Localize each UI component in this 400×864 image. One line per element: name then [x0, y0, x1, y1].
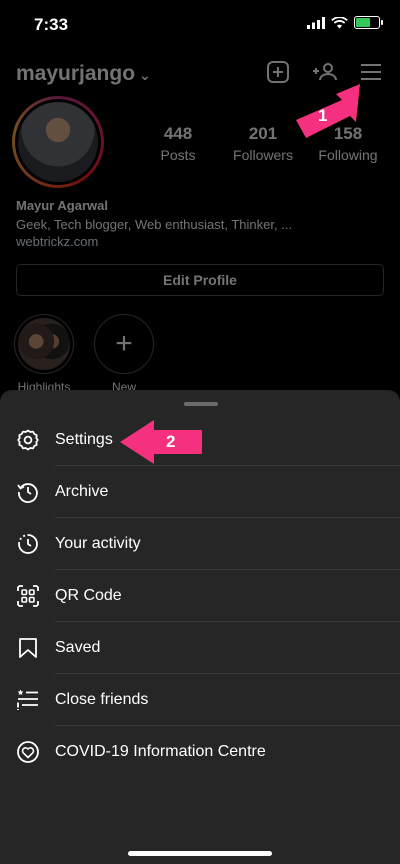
annotation-arrow-1: 1: [292, 82, 364, 142]
qr-code-icon: [17, 585, 39, 607]
highlight-item[interactable]: Highlights: [12, 314, 76, 394]
followers-count: 201: [248, 124, 278, 143]
gear-icon: [17, 429, 39, 451]
status-time: 7:33: [34, 15, 69, 34]
sheet-drag-handle[interactable]: [184, 402, 218, 406]
menu-item-saved[interactable]: Saved: [0, 622, 400, 674]
annotation-number-2: 2: [166, 432, 176, 451]
menu-list: Settings Archive Your activity QR Code S…: [0, 414, 400, 778]
close-friends-icon: [17, 689, 38, 710]
bookmark-icon: [19, 638, 37, 658]
menu-item-label: Close friends: [55, 691, 149, 708]
menu-item-your-activity[interactable]: Your activity: [0, 518, 400, 570]
highlight-cover: [18, 318, 70, 370]
menu-item-label: Saved: [55, 639, 101, 656]
posts-count: 448: [163, 124, 193, 143]
new-post-icon[interactable]: [266, 60, 290, 84]
chevron-down-icon: ⌄: [139, 67, 151, 83]
plus-icon: +: [115, 327, 133, 360]
activity-icon: [18, 534, 38, 554]
menu-item-label: Settings: [55, 431, 113, 448]
menu-item-label: Archive: [55, 483, 109, 500]
profile-avatar[interactable]: [12, 96, 104, 188]
wifi-icon: [331, 16, 348, 28]
menu-item-label: Your activity: [55, 535, 141, 552]
profile-bio: Geek, Tech blogger, Web enthusiast, Thin…: [16, 217, 293, 232]
profile-full-name: Mayur Agarwal: [16, 198, 108, 213]
menu-item-label: QR Code: [55, 587, 122, 604]
annotation-number-1: 1: [318, 106, 328, 125]
posts-stat[interactable]: 448 Posts: [138, 124, 218, 163]
profile-top-actions: [266, 60, 382, 84]
home-indicator[interactable]: [128, 851, 272, 856]
menu-item-qr-code[interactable]: QR Code: [0, 570, 400, 622]
status-icons: [307, 16, 383, 29]
new-highlight-button[interactable]: + New: [92, 314, 156, 394]
menu-item-archive[interactable]: Archive: [0, 466, 400, 518]
menu-item-label: COVID-19 Information Centre: [55, 743, 266, 760]
signal-icon: [307, 16, 325, 29]
menu-item-close-friends[interactable]: Close friends: [0, 674, 400, 726]
followers-label: Followers: [233, 147, 293, 163]
menu-item-covid-info[interactable]: COVID-19 Information Centre: [0, 726, 400, 778]
annotation-arrow-2: 2: [118, 418, 204, 466]
hamburger-menu-icon[interactable]: [360, 62, 382, 82]
status-bar: 7:33: [0, 0, 400, 48]
archive-icon: [17, 483, 38, 503]
following-label: Following: [318, 147, 378, 163]
followers-stat[interactable]: 201 Followers: [223, 124, 303, 163]
edit-profile-button[interactable]: Edit Profile: [16, 264, 384, 296]
add-user-icon[interactable]: [312, 60, 338, 84]
username-text: mayurjango: [16, 62, 136, 85]
battery-icon: [354, 16, 383, 29]
profile-username[interactable]: mayurjango ⌄: [16, 62, 151, 86]
posts-label: Posts: [160, 147, 196, 163]
covid-info-icon: [17, 741, 39, 763]
profile-website-link[interactable]: webtrickz.com: [16, 234, 98, 249]
